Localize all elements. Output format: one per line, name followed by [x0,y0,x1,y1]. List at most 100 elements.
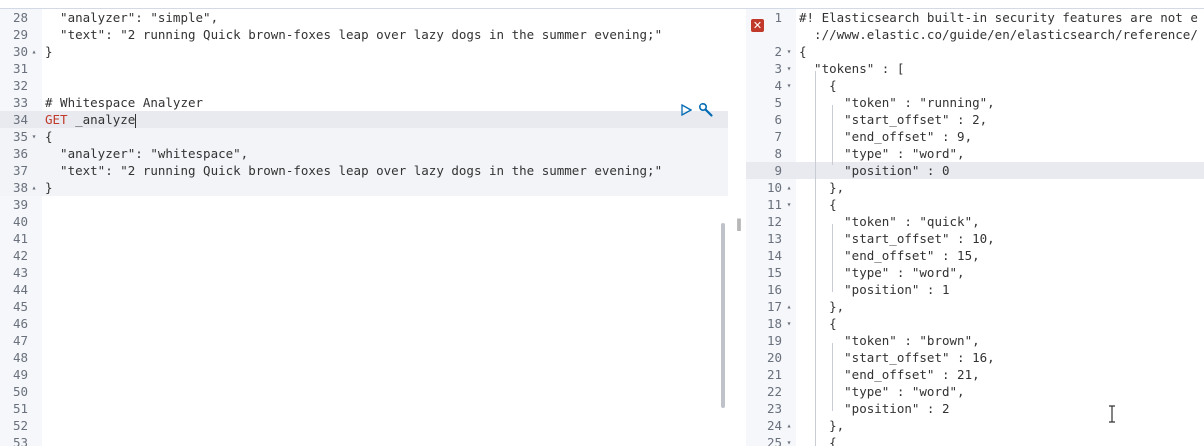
code-line: 38 ▴} [0,179,728,196]
code-text: }, [799,299,845,314]
line-number: 29 [12,27,28,42]
fold-open-icon[interactable]: ▾ [784,43,794,60]
code-line: 50 [0,383,728,400]
line-number: 24 [766,418,782,433]
fold-open-icon[interactable]: ▾ [784,434,794,446]
line-number: 4 [774,78,782,93]
code-text: "start_offset" : 10, [799,231,995,246]
line-number: 5 [774,95,782,110]
line-number: 51 [12,401,28,416]
line-number: 34 [12,112,28,127]
line-number: 25 [766,435,782,446]
resize-handle-icon[interactable]: ‖ [736,217,742,233]
code-text: "position" : 2 [799,401,950,416]
line-number: 45 [12,299,28,314]
http-method: GET [45,112,68,127]
code-line: 33 # Whitespace Analyzer [0,94,728,111]
code-text: "start_offset" : 2, [799,112,988,127]
code-line: 1 #! Elasticsearch built-in security feat… [746,9,1204,26]
indent-guide [832,105,833,165]
line-number: 28 [12,10,28,25]
line-number: 15 [766,265,782,280]
indent-guide [832,224,833,292]
text-caret [135,113,137,128]
response-viewer[interactable]: ✕ 1 #! Elasticsearch built-in security fe… [746,9,1204,446]
code-line: 52 [0,417,728,434]
fold-close-icon[interactable]: ▴ [29,179,39,196]
line-number: 22 [766,384,782,399]
code-line: 39 [0,196,728,213]
play-icon[interactable] [680,103,692,116]
code-text: }, [799,418,845,433]
line-number: 1 [774,10,782,25]
request-scrollbar[interactable] [721,223,725,408]
code-text: "end_offset" : 21, [799,367,980,382]
request-editor[interactable]: 28 "analyzer": "simple", 29 "text": "2 ru… [0,9,728,446]
code-text: "analyzer": "simple", [45,10,219,25]
request-path: _analyze [67,112,136,127]
line-number: 47 [12,333,28,348]
code-text: "type" : "word", [799,146,965,161]
line-number: 46 [12,316,28,331]
code-text: "position" : 1 [799,282,950,297]
indent-guide [815,71,816,446]
code-line: 34 GET _analyze [0,111,728,128]
code-text: }, [799,180,845,195]
code-text: { [45,129,53,144]
code-line: ://www.elastic.co/guide/en/elasticsearch… [746,26,1204,43]
line-number: 17 [766,299,782,314]
line-number: 50 [12,384,28,399]
code-line: 40 [0,213,728,230]
code-text: { [799,44,807,59]
code-text: "position" : 0 [799,163,950,178]
line-number: 10 [766,180,782,195]
line-number: 48 [12,350,28,365]
code-text: "text": "2 running Quick brown-foxes lea… [45,27,663,42]
fold-open-icon[interactable]: ▾ [784,77,794,94]
code-text: "type" : "word", [799,384,965,399]
code-text: { [799,197,837,212]
line-number: 53 [12,435,28,446]
code-line: 44 [0,281,728,298]
fold-open-icon[interactable]: ▾ [784,315,794,332]
code-text: { [799,78,837,93]
line-number: 41 [12,231,28,246]
code-text: "token" : "running", [799,95,995,110]
code-line: 49 [0,366,728,383]
fold-close-icon[interactable]: ▴ [784,298,794,315]
line-number: 19 [766,333,782,348]
code-text: #! Elasticsearch built-in security featu… [799,10,1198,25]
code-text: "text": "2 running Quick brown-foxes lea… [45,163,663,178]
line-number: 33 [12,95,28,110]
line-number [746,26,782,43]
fold-open-icon[interactable]: ▾ [784,60,794,77]
code-line: 48 [0,349,728,366]
fold-close-icon[interactable]: ▴ [29,43,39,60]
line-number: 16 [766,282,782,297]
text-cursor-icon [1109,405,1115,423]
code-line: 35 ▾ { [0,128,728,145]
code-text: "type" : "word", [799,265,965,280]
line-number: 44 [12,282,28,297]
line-number: 14 [766,248,782,263]
code-line: 46 [0,315,728,332]
line-number: 49 [12,367,28,382]
request-actions [680,101,714,118]
fold-open-icon[interactable]: ▾ [29,128,39,145]
code-text: "token" : "brown", [799,333,980,348]
fold-close-icon[interactable]: ▴ [784,417,794,434]
code-line: 30 ▴} [0,43,728,60]
code-line: 42 [0,247,728,264]
wrench-icon[interactable] [698,102,714,118]
code-text: # Whitespace Analyzer [45,95,204,110]
line-number: 31 [12,61,28,76]
line-number: 40 [12,214,28,229]
code-line: 29 "text": "2 running Quick brown-foxes … [0,26,728,43]
fold-open-icon[interactable]: ▾ [784,196,794,213]
line-number: 38 [12,180,28,195]
line-number: 12 [766,214,782,229]
code-text: } [45,180,53,195]
code-line: 45 [0,298,728,315]
fold-close-icon[interactable]: ▴ [784,179,794,196]
code-line: 31 [0,60,728,77]
